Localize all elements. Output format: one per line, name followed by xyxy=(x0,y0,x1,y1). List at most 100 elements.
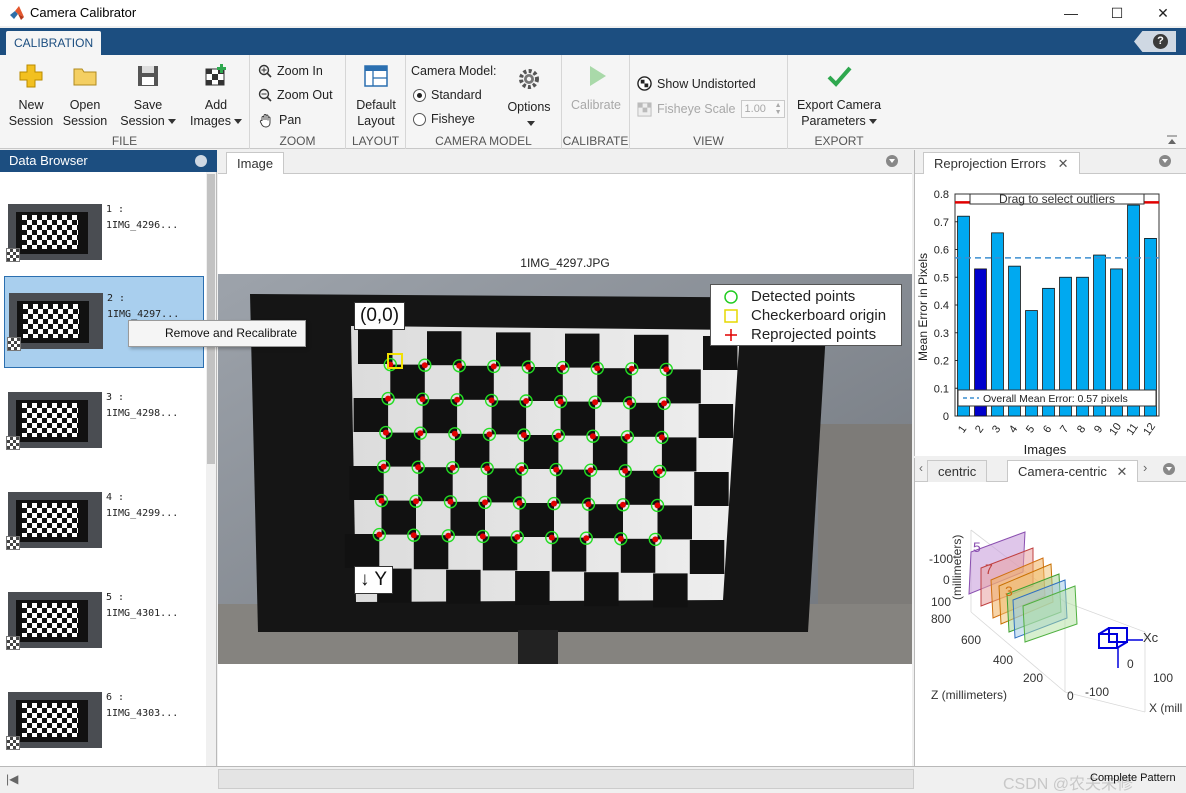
close-tab-icon[interactable]: ✕ xyxy=(1116,464,1127,479)
minimize-button[interactable]: — xyxy=(1048,0,1094,26)
z-tick-200: 200 xyxy=(1023,671,1043,685)
zoom-section: Zoom In Zoom Out Pan ZOOM xyxy=(250,55,346,149)
checker-square xyxy=(446,569,481,604)
zoom-in-button[interactable]: Zoom In xyxy=(258,64,323,78)
camera-centric-3d-plot[interactable]: 5 7 3 Xc (millimeters) -100 0 100 800 60… xyxy=(915,482,1186,766)
x-tick-label: 1 xyxy=(956,423,969,435)
horizontal-scrollbar[interactable] xyxy=(218,769,914,789)
checker-square xyxy=(689,540,725,574)
thumbnail-index: 5 : xyxy=(106,592,125,603)
board-label-3: 3 xyxy=(1005,583,1013,599)
tab-calibration[interactable]: CALIBRATION xyxy=(6,31,102,55)
thumbnail-item[interactable]: 5 : 1IMG_4301... xyxy=(4,576,204,668)
tab-image[interactable]: Image xyxy=(226,152,285,174)
add-images-button[interactable]: Add Images xyxy=(186,63,246,129)
thumbnail-item[interactable]: 1 : 1IMG_4296... xyxy=(4,188,204,280)
x-axis-label: Images xyxy=(1024,442,1067,456)
calibrate-button[interactable]: Calibrate xyxy=(566,63,626,113)
thumbnail-caption: 2 :1IMG_4297... xyxy=(107,291,179,323)
thumbnail-image xyxy=(8,692,102,748)
tab-scroll-right-icon[interactable]: › xyxy=(1143,460,1147,475)
options-button[interactable]: Options xyxy=(504,67,554,131)
thumbnail-caption: 5 : 1IMG_4301... xyxy=(106,590,178,622)
bar xyxy=(991,232,1004,417)
show-undistorted-button[interactable]: Show Undistorted xyxy=(637,76,756,91)
board-label-7: 7 xyxy=(985,561,993,577)
export-label-2: Parameters xyxy=(801,114,866,128)
panel-menu-icon[interactable] xyxy=(886,155,898,167)
fisheye-scale-label: Fisheye Scale xyxy=(657,102,736,116)
legend-detected: Detected points xyxy=(711,287,855,306)
export-camera-parameters-button[interactable]: Export Camera Parameters xyxy=(792,63,886,129)
calibrate-label: Calibrate xyxy=(570,98,622,112)
thumbnail-item[interactable]: 6 : 1IMG_4303... xyxy=(4,676,204,768)
panel-menu-icon[interactable] xyxy=(1163,463,1175,475)
tab-pattern-centric[interactable]: centric xyxy=(927,460,988,482)
image-legend: Detected points Checkerboard origin Repr… xyxy=(710,284,902,346)
x-tick-label: 11 xyxy=(1124,421,1140,437)
maximize-button[interactable]: ☐ xyxy=(1094,0,1140,26)
legend-detected-label: Detected points xyxy=(751,288,856,305)
chevron-down-icon xyxy=(526,121,535,127)
checker-square xyxy=(344,534,380,568)
checker-square xyxy=(666,369,701,404)
close-tab-icon[interactable]: ✕ xyxy=(1058,156,1069,171)
fisheye-scale-icon xyxy=(637,101,652,117)
status-bar: |◀ CSDN @农夫未修 Complete Pattern xyxy=(0,766,1186,793)
zoom-out-icon xyxy=(258,88,272,102)
tab-camera-centric[interactable]: Camera-centric ✕ xyxy=(1007,460,1139,482)
new-session-button[interactable]: New Session xyxy=(8,63,54,129)
context-menu-remove-recalibrate[interactable]: Remove and Recalibrate xyxy=(128,320,306,347)
open-session-label-2: Session xyxy=(62,114,108,128)
checkerboard-badge-icon xyxy=(6,636,20,650)
save-session-button[interactable]: Save Session xyxy=(116,63,180,129)
camera-icon xyxy=(1098,627,1143,668)
thumbnail-name: 1IMG_4303... xyxy=(106,708,179,719)
green-circle-icon xyxy=(724,289,738,304)
reprojection-error-chart[interactable]: 00.10.20.30.40.50.60.70.81 2 3 4 5 6 7 8 9 10 11 12… xyxy=(915,174,1186,456)
calibrate-section-label: CALIBRATE xyxy=(562,134,629,148)
first-page-icon[interactable]: |◀ xyxy=(6,772,18,786)
default-layout-button[interactable]: Default Layout xyxy=(352,63,400,129)
new-session-label-1: New xyxy=(18,98,44,112)
open-session-label-1: Open xyxy=(69,98,101,112)
calibration-image[interactable]: (0,0) ↓ Y Detected points Checkerboard o… xyxy=(218,274,912,664)
radio-selected-icon xyxy=(413,88,426,102)
zoom-in-icon xyxy=(258,64,272,78)
x-tick-label: 10 xyxy=(1107,421,1124,438)
panel-menu-icon[interactable] xyxy=(195,155,207,167)
scrollbar-thumb[interactable] xyxy=(207,174,215,464)
toolstrip: New Session Open Session Save Session Ad… xyxy=(0,55,1186,149)
fisheye-radio[interactable]: Fisheye xyxy=(413,112,475,126)
new-session-label-2: Session xyxy=(8,114,54,128)
checker-square xyxy=(661,437,697,472)
tab-reprojection-errors[interactable]: Reprojection Errors ✕ xyxy=(923,152,1080,174)
fisheye-scale-spinner: 1.00 ▲ ▼ xyxy=(740,100,785,118)
tab-scroll-left-icon[interactable]: ‹ xyxy=(919,461,923,475)
help-button[interactable]: ? xyxy=(1134,31,1176,52)
zoom-out-button[interactable]: Zoom Out xyxy=(258,88,333,102)
open-session-button[interactable]: Open Session xyxy=(62,63,108,129)
y-axis-label: (millimeters) xyxy=(950,535,964,600)
thumbnail-item[interactable]: 3 : 1IMG_4298... xyxy=(4,376,204,468)
checkerboard-badge-icon xyxy=(6,248,20,262)
standard-radio[interactable]: Standard xyxy=(413,88,482,102)
close-button[interactable]: ✕ xyxy=(1140,0,1186,26)
thumbnail-caption: 4 : 1IMG_4299... xyxy=(106,490,178,522)
thumbnail-name: 1IMG_4298... xyxy=(106,408,179,419)
thumbnail-image xyxy=(8,492,102,548)
collapse-toolstrip-icon[interactable] xyxy=(1166,135,1178,145)
x-tick-label: 8 xyxy=(1075,423,1088,435)
data-browser-scrollbar[interactable] xyxy=(206,172,216,766)
add-images-label-1: Add xyxy=(204,98,228,112)
zoom-out-label: Zoom Out xyxy=(277,88,333,102)
fisheye-label: Fisheye xyxy=(431,112,475,126)
save-session-label-2: Session xyxy=(120,114,165,128)
pan-button[interactable]: Pan xyxy=(258,112,301,128)
panel-menu-icon[interactable] xyxy=(1159,155,1171,167)
legend-origin: Checkerboard origin xyxy=(711,306,886,325)
spinner-arrows-icon: ▲ ▼ xyxy=(774,102,782,116)
checkerboard-badge-icon xyxy=(6,536,20,550)
thumbnail-item[interactable]: 4 : 1IMG_4299... xyxy=(4,476,204,568)
z-axis-label: Z (millimeters) xyxy=(931,688,1007,702)
